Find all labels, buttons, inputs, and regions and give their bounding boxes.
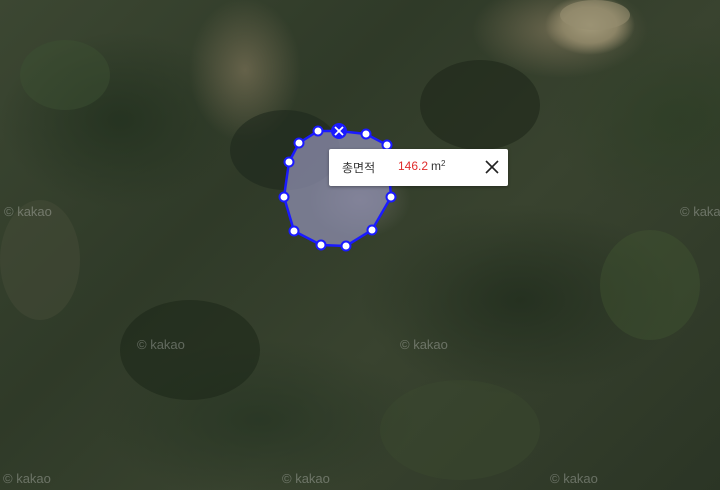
polygon-vertex-handle[interactable] [283,156,295,168]
close-icon[interactable] [480,155,504,179]
polygon-vertex-handle[interactable] [278,191,290,203]
satellite-map[interactable]: © kakao © kakao © kakao © kakao © kakao … [0,0,720,490]
polygon-vertex-handle[interactable] [385,191,397,203]
polygon-vertex-handle[interactable] [366,224,378,236]
area-info-popup: 총면적 146.2 m2 [329,149,508,186]
total-area-label: 총면적 [342,161,376,175]
polygon-vertex-handle[interactable] [293,137,305,149]
polygon-vertex-handle[interactable] [315,239,327,251]
area-unit: m2 [431,159,446,173]
polygon-vertex-handle[interactable] [340,240,352,252]
polygon-vertex-handle[interactable] [312,125,324,137]
polygon-vertex-handle[interactable] [288,225,300,237]
total-area-value: 146.2 [398,159,429,173]
area-measurement-layer [278,123,397,252]
polygon-vertex-handle[interactable] [360,128,372,140]
delete-vertex-icon[interactable] [331,123,347,139]
